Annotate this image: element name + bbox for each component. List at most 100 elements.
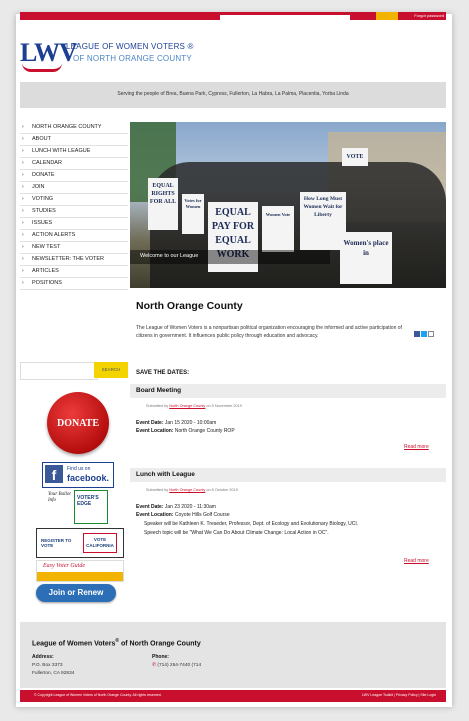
main-content: North Orange County The League of Women … [130, 300, 446, 600]
sidebar-item-label: NEWSLETTER: THE VOTER [32, 256, 105, 262]
event-location: North Orange County ROP [174, 428, 235, 434]
search-button[interactable]: SEARCH [94, 362, 128, 378]
bullet-icon: › [22, 280, 24, 286]
join-or-renew-button[interactable]: Join or Renew [36, 584, 116, 602]
sidebar-item-label: ISSUES [32, 220, 53, 226]
logo-line-2: OF NORTH ORANGE COUNTY [73, 54, 192, 63]
save-the-dates-heading: SAVE THE DATES: [136, 370, 190, 376]
footer-links[interactable]: LWV League Toolkit | Privacy Policy | Si… [362, 693, 436, 697]
event-location-label: Event Location: [136, 512, 174, 518]
footer-address-line: Fullerton, CA 92834 [32, 671, 75, 676]
sidebar-item-label: VOTING [32, 196, 54, 202]
logo-line-1: LEAGUE OF WOMEN VOTERS ® [66, 42, 194, 51]
bullet-icon: › [22, 136, 24, 142]
bullet-icon: › [22, 220, 24, 226]
voters-edge-logo: VOTER'S EDGE [74, 490, 108, 524]
search-input[interactable] [20, 362, 98, 380]
sidebar-item[interactable]: › POSITIONS [20, 278, 128, 290]
intro-text: The League of Women Voters is a nonparti… [136, 325, 402, 339]
easy-voter-guide-text: Easy Voter Guide [43, 563, 85, 569]
register-to-vote-link[interactable]: REGISTER TO VOTE VOTE CALIFORNIA [36, 528, 124, 558]
forgot-password-link[interactable]: Forgot password [414, 12, 444, 20]
sidebar-item[interactable]: › ISSUES [20, 218, 128, 230]
bullet-icon: › [22, 256, 24, 262]
bottom-bar: © Copyright League of Women Voters of No… [20, 690, 446, 702]
event-title[interactable]: Lunch with League [136, 471, 195, 478]
footer-phone: ✆ (714) 254-7440 (714 [152, 663, 201, 668]
sidebar-item[interactable]: › STUDIES [20, 206, 128, 218]
sidebar-item[interactable]: › ACTION ALERTS [20, 230, 128, 242]
twitter-share-icon[interactable] [421, 331, 427, 337]
submitted-prefix: Submitted by [146, 488, 169, 492]
sidebar-item[interactable]: › NORTH ORANGE COUNTY [20, 122, 128, 134]
event-date-label: Event Date: [136, 504, 164, 510]
bullet-icon: › [22, 160, 24, 166]
sidebar-item[interactable]: › DONATE [20, 170, 128, 182]
sidebar-item[interactable]: › ARTICLES [20, 266, 128, 278]
sidebar-item[interactable]: › JOIN [20, 182, 128, 194]
read-more-link[interactable]: Read more [404, 444, 429, 450]
email-share-icon[interactable] [428, 331, 434, 337]
easy-voter-guide-link[interactable]: Easy Voter Guide [36, 560, 124, 582]
hero-caption: Welcome to our League [130, 250, 330, 264]
search-row: SEARCH [20, 362, 128, 380]
sidebar-item[interactable]: › VOTING [20, 194, 128, 206]
submitted-by-link[interactable]: North Orange County [169, 488, 205, 492]
footer-org-name: League of Women Voters® of North Orange … [32, 638, 201, 647]
logo-swoosh-icon [22, 63, 62, 72]
sidebar-item-label: NEW TEST [32, 244, 61, 250]
hero-sign: EQUAL RIGHTS FOR ALL [148, 178, 178, 230]
event-title[interactable]: Board Meeting [136, 387, 181, 394]
event-date: Jan 15 2020 - 10:00am [164, 420, 217, 426]
sidebar-item-label: POSITIONS [32, 280, 62, 286]
hero-sign: Women's place in [340, 232, 392, 284]
sidebar-item[interactable]: › ABOUT [20, 134, 128, 146]
sidebar-item-label: JOIN [32, 184, 45, 190]
site-logo[interactable]: LWV LEAGUE OF WOMEN VOTERS ® OF NORTH OR… [20, 30, 280, 78]
footer-org-text: League of Women Voters [32, 640, 116, 648]
donate-label: DONATE [56, 418, 100, 429]
sidebar-item[interactable]: › NEW TEST [20, 242, 128, 254]
footer-address-line: P.O. Box 3373 [32, 663, 63, 668]
sidebar-item-label: ARTICLES [32, 268, 59, 274]
top-utility-gap [220, 15, 350, 20]
submitted-suffix: on 5 November 2019 [206, 404, 242, 408]
facebook-link[interactable]: f Find us on facebook. [42, 462, 114, 488]
event-date: Jan 23 2020 - 11:30am [164, 504, 216, 510]
event-title-bar: Board Meeting [130, 384, 446, 398]
tagline: Serving the people of Brea, Buena Park, … [117, 91, 349, 97]
event-location: Coyote Hills Golf Course [174, 512, 230, 518]
event-location-line: Event Location: Coyote Hills Golf Course [136, 512, 230, 519]
tagline-bar: Serving the people of Brea, Buena Park, … [20, 82, 446, 108]
hero-sign: Votes for Women [182, 194, 204, 234]
voters-edge-link[interactable]: Your Ballot Info VOTER'S EDGE [48, 490, 110, 524]
phone-icon: ✆ [152, 663, 157, 668]
bullet-icon: › [22, 172, 24, 178]
bullet-icon: › [22, 124, 24, 130]
register-left-text: REGISTER TO VOTE [41, 538, 72, 548]
read-more-link[interactable]: Read more [404, 558, 429, 564]
footer-phone-label: Phone: [152, 654, 169, 660]
bullet-icon: › [22, 268, 24, 274]
voters-edge-tag: Your Ballot Info [48, 492, 71, 503]
sidebar-item[interactable]: › CALENDAR [20, 158, 128, 170]
sidebar-item[interactable]: › LUNCH WITH LEAGUE [20, 146, 128, 158]
share-icons [414, 324, 442, 337]
sidebar-item-label: CALENDAR [32, 160, 62, 166]
hero-sign: Women Vote [262, 206, 294, 252]
facebook-share-icon[interactable] [414, 331, 420, 337]
sidebar-item-label: NORTH ORANGE COUNTY [32, 124, 102, 130]
hero-caption-text: Welcome to our League [140, 253, 199, 259]
donate-button[interactable]: DONATE [47, 392, 109, 454]
sidebar-nav: › NORTH ORANGE COUNTY › ABOUT › LUNCH WITH LE… [20, 122, 128, 290]
footer-phone-number: (714) 254-7440 (714 [157, 663, 202, 668]
sidebar-item-label: LUNCH WITH LEAGUE [32, 148, 91, 154]
page-title: North Orange County [136, 300, 243, 312]
submitted-suffix: on 8 October 2019 [206, 488, 238, 492]
event-location-label: Event Location: [136, 428, 174, 434]
sidebar-item[interactable]: › NEWSLETTER: THE VOTER [20, 254, 128, 266]
submitted-by-link[interactable]: North Orange County [169, 404, 205, 408]
bullet-icon: › [22, 232, 24, 238]
copyright: © Copyright League of Women Voters of No… [34, 693, 162, 697]
event-submitted: Submitted by North Orange County on 5 No… [146, 404, 242, 408]
